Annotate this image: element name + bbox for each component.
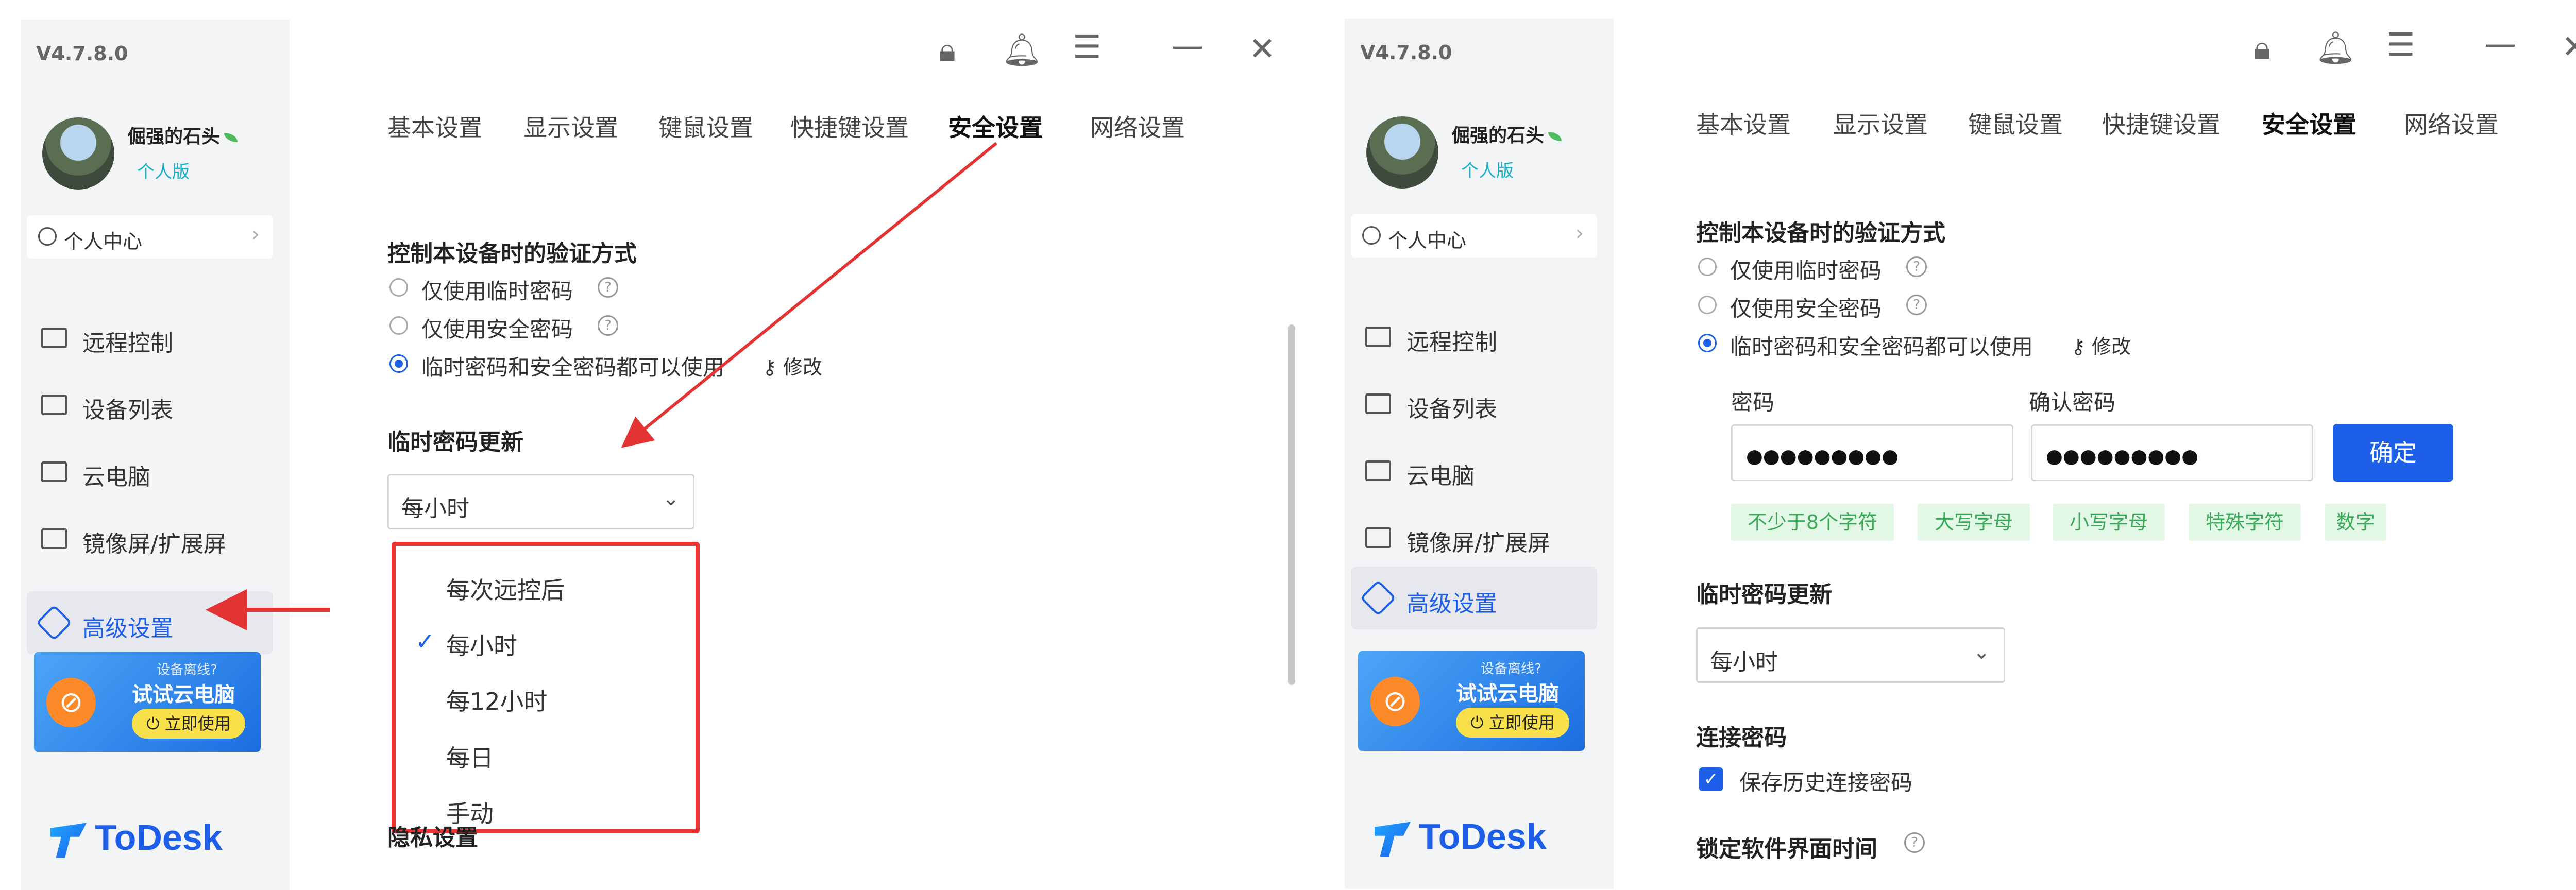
tab-network[interactable]: 网络设置 — [2404, 106, 2499, 140]
no-wifi-icon: ⊘ — [1370, 677, 1420, 726]
tab-shortcuts[interactable]: 快捷键设置 — [2102, 106, 2221, 140]
annotation-arrows — [206, 142, 997, 630]
monitor-icon — [1365, 327, 1391, 347]
rule-chip-lowercase: 小写字母 — [2053, 504, 2165, 541]
gear-icon — [1360, 579, 1397, 617]
menu-icon[interactable]: ☰ — [2386, 26, 2415, 63]
radio-temp-only[interactable] — [1698, 258, 1717, 276]
radio-both[interactable] — [1698, 334, 1717, 352]
help-icon[interactable]: ? — [1906, 256, 1927, 277]
screen-extend-icon — [1365, 527, 1391, 548]
sidebar-item-remote-control[interactable]: 远程控制 — [1351, 305, 1597, 368]
sidebar: V4.7.8.0 倔强的石头 个人版 个人中心 › 远程控制 设备列表 云电脑 … — [1345, 19, 1614, 889]
password-label: 密码 — [1731, 390, 1775, 415]
sidebar-item-advanced-settings[interactable]: 高级设置 — [1351, 567, 1597, 629]
option-temp-only: 仅使用临时密码 — [1730, 258, 1882, 283]
temp-update-select[interactable]: 每小时 ⌄ — [1696, 627, 2005, 683]
leaf-icon — [1548, 132, 1562, 141]
cloud-pc-promo-banner[interactable]: ⊘ 设备离线? 试试云电脑 ⏻ 立即使用 — [1358, 651, 1585, 751]
use-now-button[interactable]: ⏻ 立即使用 — [1456, 708, 1569, 738]
confirm-password-label: 确认密码 — [2029, 390, 2116, 415]
bell-icon[interactable]: 🔔︎ — [2315, 29, 2356, 67]
tab-basic[interactable]: 基本设置 — [1696, 106, 1791, 140]
help-icon[interactable]: ? — [1906, 295, 1927, 315]
version-label: V4.7.8.0 — [1360, 41, 1452, 64]
todesk-logo: ToDesk — [1375, 816, 1547, 857]
sidebar-item-screen-mirror[interactable]: 镜像屏/扩展屏 — [1351, 506, 1597, 569]
username: 倔强的石头 — [1451, 121, 1562, 147]
radio-secure-only[interactable] — [1698, 296, 1717, 314]
rule-chip-special: 特殊字符 — [2189, 504, 2301, 541]
lock-icon[interactable]: 🔒︎ — [2253, 29, 2270, 67]
rule-chip-digit: 数字 — [2325, 504, 2386, 541]
key-icon: ⚷ — [2071, 335, 2086, 358]
tab-display[interactable]: 显示设置 — [1833, 106, 1928, 140]
option-secure-only: 仅使用安全密码 — [1730, 296, 1882, 321]
todesk-logo-icon — [1375, 821, 1411, 857]
cloud-pc-icon — [1365, 460, 1391, 481]
save-history-checkbox[interactable]: ✓ — [1699, 767, 1723, 791]
temp-update-title: 临时密码更新 — [1696, 581, 1832, 608]
plan-label: 个人版 — [1461, 161, 1514, 181]
chevron-down-icon: ⌄ — [1973, 640, 1990, 664]
tab-keyboard-mouse[interactable]: 键鼠设置 — [1968, 106, 2063, 140]
save-history-label: 保存历史连接密码 — [1739, 770, 1913, 795]
password-field[interactable]: ●●●●●●●●● — [1731, 424, 2013, 481]
avatar[interactable] — [1366, 116, 1438, 189]
chevron-right-icon: › — [1575, 221, 1584, 245]
sidebar-item-device-list[interactable]: 设备列表 — [1351, 372, 1597, 435]
confirm-password-field[interactable]: ●●●●●●●●● — [2031, 424, 2313, 481]
tab-security[interactable]: 安全设置 — [2262, 106, 2357, 140]
lock-ui-time-title: 锁定软件界面时间 — [1696, 836, 1877, 862]
rule-chip-length: 不少于8个字符 — [1731, 504, 1894, 541]
verify-method-title: 控制本设备时的验证方式 — [1696, 220, 1945, 246]
modify-link[interactable]: ⚷ 修改 — [2071, 331, 2131, 359]
arrow-to-temp-update — [621, 142, 997, 448]
devices-icon — [1365, 393, 1391, 414]
confirm-button[interactable]: 确定 — [2333, 424, 2453, 482]
connection-password-title: 连接密码 — [1696, 725, 1787, 751]
personal-center-button[interactable]: 个人中心 › — [1351, 214, 1597, 258]
minimize-icon[interactable]: — — [2484, 25, 2516, 62]
option-both: 临时密码和安全密码都可以使用 — [1730, 334, 2033, 360]
user-icon — [1362, 226, 1381, 245]
rule-chip-uppercase: 大写字母 — [1918, 504, 2030, 541]
help-icon[interactable]: ? — [1904, 832, 1925, 853]
right-screenshot: V4.7.8.0 倔强的石头 个人版 个人中心 › 远程控制 设备列表 云电脑 … — [1329, 0, 2576, 890]
sidebar-item-cloud-pc[interactable]: 云电脑 — [1351, 439, 1597, 502]
close-icon[interactable]: ✕ — [2562, 28, 2576, 65]
